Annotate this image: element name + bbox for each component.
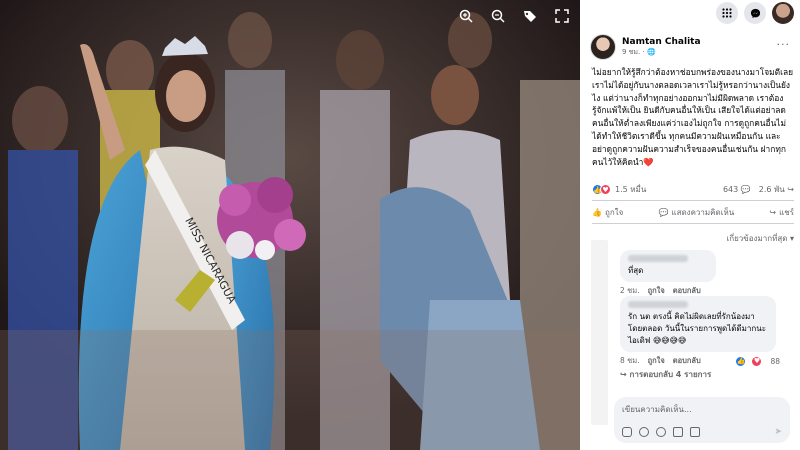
share-icon: ↪ bbox=[769, 208, 777, 217]
like-reaction-icon: 👍 bbox=[735, 355, 747, 367]
reaction-count[interactable]: 1.5 หมื่น bbox=[615, 183, 646, 196]
zoom-in-icon[interactable] bbox=[456, 6, 476, 26]
comment-text: รัก นต ตรงนี้ คิดไม่ผิดเลยที่รักน้องมาโด… bbox=[628, 312, 766, 345]
top-bar bbox=[580, 0, 800, 26]
like-label: ถูกใจ bbox=[604, 208, 624, 217]
comment-bubble: ที่สุด bbox=[620, 250, 716, 282]
share-count[interactable]: 2.6 พัน ↪ bbox=[759, 183, 794, 196]
comment-input-tools bbox=[622, 427, 700, 437]
photo-viewer[interactable]: MISS NICARAGUA bbox=[0, 0, 580, 450]
profile-avatar[interactable] bbox=[772, 2, 794, 24]
send-icon[interactable]: ➤ bbox=[774, 427, 782, 437]
comment-sort-dropdown[interactable]: เกี่ยวข้องมากที่สุด ▾ bbox=[592, 232, 794, 245]
comment-button[interactable]: 💬 แสดงความคิดเห็น bbox=[658, 206, 734, 219]
gif-icon[interactable] bbox=[673, 427, 683, 437]
comment-input-placeholder: เขียนความคิดเห็น... bbox=[622, 405, 692, 414]
view-replies-link[interactable]: ↪ การตอบกลับ 4 รายการ bbox=[620, 368, 711, 381]
author-avatar[interactable] bbox=[590, 34, 616, 60]
comment-like-button[interactable]: ถูกใจ bbox=[648, 355, 665, 367]
messenger-icon[interactable] bbox=[744, 2, 766, 24]
comment-count[interactable]: 643 💬 bbox=[723, 185, 751, 194]
divider bbox=[592, 200, 794, 201]
post-text: ไม่อยากให้รู้สึกว่าต้องหาช่อบกพร่องของนา… bbox=[592, 67, 794, 167]
share-label: แชร์ bbox=[779, 208, 794, 217]
sticker-icon[interactable] bbox=[690, 427, 700, 437]
thumbs-up-icon: 👍 bbox=[592, 208, 602, 217]
camera-icon[interactable] bbox=[656, 427, 666, 437]
emoji-icon[interactable] bbox=[639, 427, 649, 437]
commenter-name[interactable] bbox=[628, 301, 688, 308]
comment-reply-button[interactable]: ตอบกลับ bbox=[673, 355, 701, 367]
comment-item: ที่สุด 2 ชม. ถูกใจ ตอบกลับ bbox=[592, 250, 716, 297]
apps-grid-icon[interactable] bbox=[716, 2, 738, 24]
comment-time[interactable]: 8 ชม. bbox=[620, 355, 640, 367]
divider bbox=[592, 223, 794, 224]
zoom-out-icon[interactable] bbox=[488, 6, 508, 26]
comment-label: แสดงความคิดเห็น bbox=[671, 208, 735, 217]
author-name[interactable]: Namtan Chalita bbox=[622, 37, 701, 47]
comment-item: รัก นต ตรงนี้ คิดไม่ผิดเลยที่รักน้องมาโด… bbox=[592, 296, 780, 367]
comment-text: ที่สุด bbox=[628, 266, 644, 275]
pageant-photo: MISS NICARAGUA bbox=[0, 0, 580, 450]
comment-reaction-count[interactable]: 88 bbox=[770, 357, 780, 366]
comment-links: 8 ชม. ถูกใจ ตอบกลับ 👍 ♥ 88 bbox=[620, 355, 780, 367]
tag-icon[interactable] bbox=[520, 6, 540, 26]
comment-input[interactable]: เขียนความคิดเห็น... ➤ bbox=[614, 397, 790, 443]
comment-icon: 💬 bbox=[658, 208, 669, 217]
commenter-name[interactable] bbox=[628, 255, 688, 262]
comment-bubble: รัก นต ตรงนี้ คิดไม่ผิดเลยที่รักน้องมาโด… bbox=[620, 296, 776, 352]
post-timestamp[interactable]: 9 ชม. · 🌐 bbox=[622, 47, 701, 58]
avatar-sticker-icon[interactable] bbox=[622, 427, 632, 437]
post-actions: 👍 ถูกใจ 💬 แสดงความคิดเห็น ↪ แชร์ bbox=[592, 206, 794, 219]
post-header: Namtan Chalita 9 ชม. · 🌐 ··· bbox=[590, 34, 790, 60]
more-options-icon[interactable]: ··· bbox=[777, 38, 791, 51]
love-reaction-icon: ♥ bbox=[600, 184, 611, 195]
viewer-toolbar bbox=[456, 6, 572, 26]
like-button[interactable]: 👍 ถูกใจ bbox=[592, 206, 623, 219]
share-button[interactable]: ↪ แชร์ bbox=[769, 206, 794, 219]
fullscreen-icon[interactable] bbox=[552, 6, 572, 26]
love-reaction-icon: ♥ bbox=[751, 355, 763, 367]
reaction-summary[interactable]: 👍 ♥ 1.5 หมื่น 643 💬 2.6 พัน ↪ bbox=[592, 183, 794, 196]
